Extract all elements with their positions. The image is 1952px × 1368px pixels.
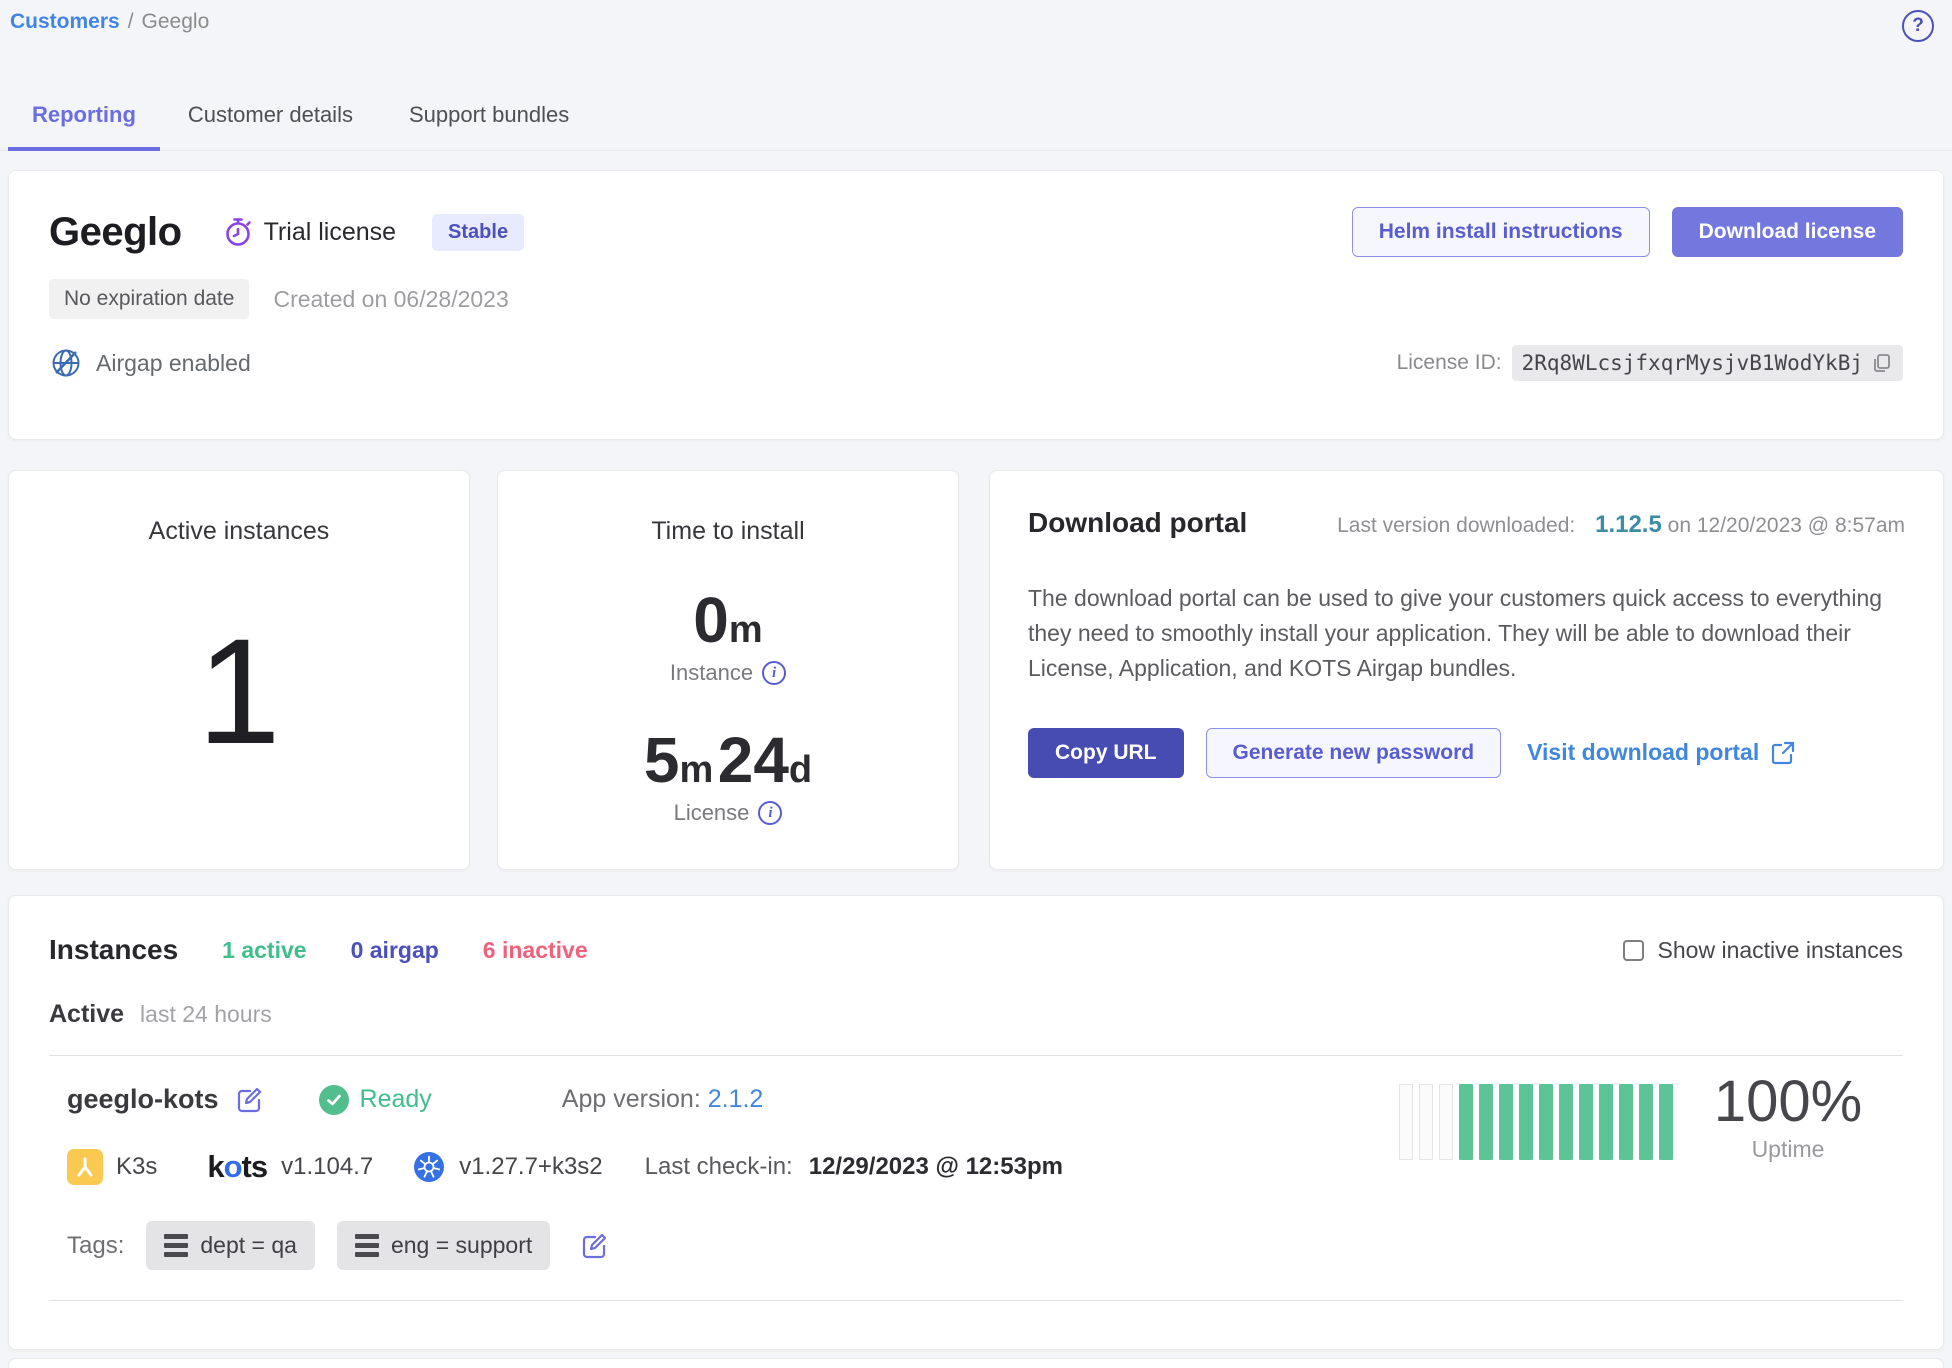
last-version-downloaded: Last version downloaded: 1.12.5 on 12/20… <box>1337 511 1905 539</box>
distribution: K3s <box>67 1149 157 1185</box>
tab-customer-details[interactable]: Customer details <box>160 88 381 150</box>
last-checkin-label: Last check-in: <box>645 1153 793 1181</box>
license-install-time: 5m 24d <box>498 728 958 792</box>
show-inactive-toggle[interactable]: Show inactive instances <box>1623 937 1903 964</box>
airgap-label: Airgap enabled <box>96 350 251 377</box>
instance-install-label: Instance <box>670 660 753 686</box>
instance-row: geeglo-kots Ready App version: 2.1.2 <box>49 1056 1903 1270</box>
uptime-bar-filled <box>1559 1084 1573 1160</box>
download-portal-title: Download portal <box>1028 507 1247 539</box>
tab-bar: Reporting Customer details Support bundl… <box>0 88 1952 151</box>
uptime-bar-filled <box>1539 1084 1553 1160</box>
tag-icon <box>355 1234 379 1257</box>
uptime-label: Uptime <box>1703 1136 1873 1163</box>
edit-tags-icon[interactable] <box>580 1232 608 1260</box>
last-checkin-value: 12/29/2023 @ 12:53pm <box>809 1153 1063 1181</box>
customer-name: Geeglo <box>49 210 182 255</box>
tag-icon <box>164 1234 188 1257</box>
active-instances-card: Active instances 1 <box>8 470 470 870</box>
trial-timer-icon <box>222 216 254 248</box>
k8s-version: v1.27.7+k3s2 <box>459 1153 602 1181</box>
kots-version: v1.104.7 <box>281 1153 373 1181</box>
show-inactive-label: Show inactive instances <box>1658 937 1903 964</box>
instance-install-time: 0m <box>498 588 958 652</box>
active-count[interactable]: 1 active <box>222 937 306 964</box>
uptime-bar-empty <box>1399 1084 1413 1160</box>
copy-url-button[interactable]: Copy URL <box>1028 728 1184 778</box>
active-section-sublabel: last 24 hours <box>140 1001 272 1028</box>
active-section-label: Active <box>49 1000 124 1029</box>
uptime-bar-filled <box>1479 1084 1493 1160</box>
copy-icon[interactable] <box>1871 352 1893 374</box>
uptime-bar-filled <box>1599 1084 1613 1160</box>
breadcrumb-customers-link[interactable]: Customers <box>10 10 120 34</box>
uptime-bar-filled <box>1499 1084 1513 1160</box>
uptime-bar-empty <box>1439 1084 1453 1160</box>
uptime-bar-filled <box>1519 1084 1533 1160</box>
breadcrumb-separator: / <box>128 10 134 34</box>
k3s-icon <box>67 1149 103 1185</box>
download-portal-card: Download portal Last version downloaded:… <box>989 470 1944 870</box>
instance-name: geeglo-kots <box>67 1084 219 1115</box>
help-icon[interactable]: ? <box>1902 10 1934 42</box>
breadcrumb-current: Geeglo <box>142 10 210 34</box>
last-version-link[interactable]: 1.12.5 <box>1595 511 1662 538</box>
uptime-percent: 100% <box>1703 1070 1873 1134</box>
customer-header-card: Geeglo Trial license Stable Helm install… <box>8 170 1944 440</box>
app-version: App version: 2.1.2 <box>562 1085 764 1114</box>
generate-new-password-button[interactable]: Generate new password <box>1206 728 1502 778</box>
license-type-label: Trial license <box>264 218 396 247</box>
created-date: Created on 06/28/2023 <box>273 286 508 313</box>
show-inactive-checkbox[interactable] <box>1623 940 1644 961</box>
helm-install-instructions-button[interactable]: Helm install instructions <box>1352 207 1650 257</box>
uptime-bar-filled <box>1619 1084 1633 1160</box>
tab-reporting[interactable]: Reporting <box>8 88 160 151</box>
tab-support-bundles[interactable]: Support bundles <box>381 88 597 150</box>
kots-logo: kots <box>207 1149 267 1185</box>
breadcrumb: Customers / Geeglo <box>10 10 209 34</box>
download-portal-description: The download portal can be used to give … <box>1028 581 1913 686</box>
divider <box>49 1300 1903 1301</box>
active-instances-value: 1 <box>9 616 469 766</box>
tags-label: Tags: <box>67 1232 124 1260</box>
channel-badge: Stable <box>432 214 524 251</box>
instance-info-icon[interactable]: i <box>762 661 786 685</box>
kubernetes-icon <box>413 1151 445 1183</box>
tag-dept-qa: dept = qa <box>146 1221 315 1270</box>
ready-check-icon <box>319 1085 349 1115</box>
uptime-bar-filled <box>1659 1084 1673 1160</box>
app-version-link[interactable]: 2.1.2 <box>708 1085 764 1113</box>
airgap-globe-icon <box>49 346 83 380</box>
uptime-bar-empty <box>1419 1084 1433 1160</box>
external-link-icon <box>1770 740 1796 766</box>
time-to-install-title: Time to install <box>498 517 958 546</box>
license-info-icon[interactable]: i <box>758 801 782 825</box>
inactive-count[interactable]: 6 inactive <box>483 937 588 964</box>
download-license-button[interactable]: Download license <box>1672 207 1903 257</box>
expiration-badge: No expiration date <box>49 279 249 319</box>
license-id-label: License ID: <box>1397 351 1502 375</box>
time-to-install-card: Time to install 0m Instance i 5m 24d Lic… <box>497 470 959 870</box>
edit-instance-name-icon[interactable] <box>235 1086 263 1114</box>
airgap-count[interactable]: 0 airgap <box>351 937 439 964</box>
instances-title: Instances <box>49 934 178 966</box>
uptime-bar-filled <box>1639 1084 1653 1160</box>
license-id-value: 2Rq8WLcsjfxqrMysjvB1WodYkBj <box>1522 351 1863 375</box>
license-install-label: License <box>674 800 750 826</box>
uptime-summary: 100% Uptime <box>1703 1070 1873 1163</box>
instances-card: Instances 1 active 0 airgap 6 inactive S… <box>8 895 1944 1350</box>
tag-eng-support: eng = support <box>337 1221 550 1270</box>
uptime-bar-filled <box>1579 1084 1593 1160</box>
next-card-partial <box>8 1358 1944 1368</box>
active-instances-title: Active instances <box>9 517 469 546</box>
instance-status: Ready <box>319 1085 432 1115</box>
visit-download-portal-link[interactable]: Visit download portal <box>1527 739 1796 766</box>
uptime-bars <box>1399 1084 1673 1160</box>
uptime-bar-filled <box>1459 1084 1473 1160</box>
